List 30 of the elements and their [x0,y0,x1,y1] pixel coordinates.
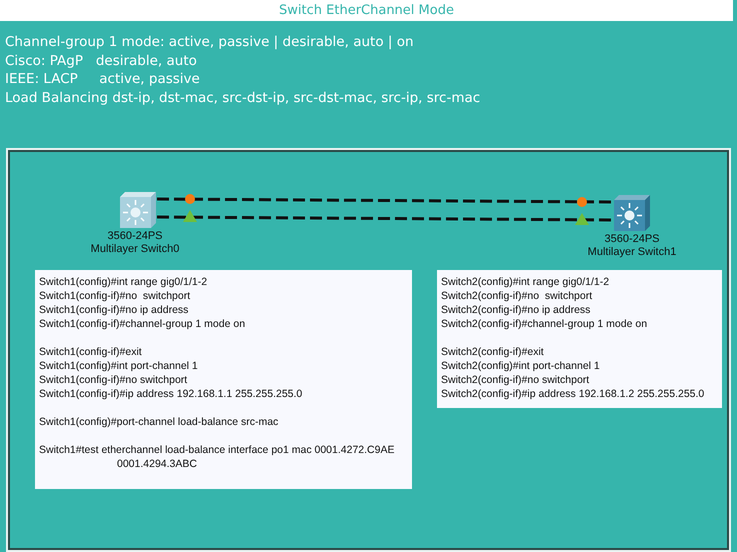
note-line: Cisco: PAgP desirable, auto [5,52,198,70]
config-line: Switch1(config-if)#ip address 192.168.1.1 255.255.255.0 [39,387,302,401]
config-line: Switch1(config-if)#exit [39,345,142,359]
note-line: IEEE: LACP active, passive [5,70,201,88]
config-line: Switch2(config-if)#exit [441,345,544,359]
note-line: Channel-group 1 mode: active, passive | desirable, auto | on [5,33,415,52]
config-line: 0001.4294.3ABC [117,457,197,471]
device-model-label: 3560-24PS [107,230,163,243]
device-name-label: Multilayer Switch1 [588,246,676,259]
config-line: Switch1(config-if)#no switchport [39,289,190,303]
config-line: Switch2(config-if)#no ip address [441,303,590,317]
config-line: Switch2(config-if)#ip address 192.168.1.2 255.255.255.0 [441,387,704,401]
multilayer-switch-icon[interactable] [120,192,156,228]
config-line: Switch2(config-if)#no switchport [441,289,592,303]
config-line: Switch1(config)#port-channel load-balance src-mac [39,415,278,429]
window-title: Switch EtherChannel Mode [279,3,454,18]
config-line: Switch2(config-if)#no switchport [441,373,590,387]
config-line: Switch1(config-if)#no switchport [39,373,188,387]
config-line: Switch1(config-if)#channel-group 1 mode on [39,317,246,331]
multilayer-switch-icon[interactable] [614,195,650,231]
device-model-label: 3560-24PS [604,233,660,246]
config-line: Switch1#test etherchannel load-balance interface po1 mac 0001.4272.C9AE [39,443,394,457]
config-line: Switch2(config)#int range gig0/1/1-2 [441,275,610,289]
config-line: Switch1(config)#int range gig0/1/1-2 [39,275,208,289]
config-line: Switch2(config)#int port-channel 1 [441,359,600,373]
device-name-label: Multilayer Switch0 [90,243,180,256]
config-line: Switch2(config-if)#channel-group 1 mode on [441,317,648,331]
config-line: Switch1(config-if)#no ip address [39,303,188,317]
config-line: Switch1(config)#int port-channel 1 [39,359,198,373]
note-line: Load Balancing dst-ip, dst-mac, src-dst-ip, src-dst-mac, src-ip, src-mac [5,88,482,107]
